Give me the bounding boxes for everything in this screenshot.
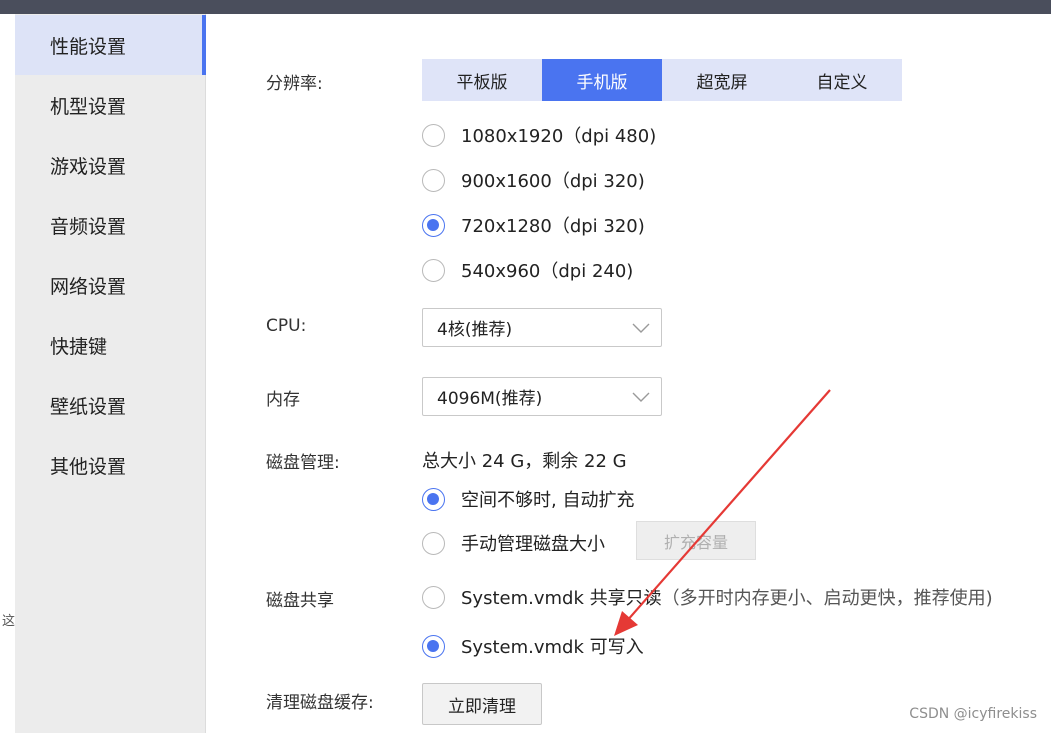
tab-custom[interactable]: 自定义 xyxy=(782,59,902,101)
disk-management-label: 磁盘管理: xyxy=(266,453,340,473)
disk-share-option-note: （多开时内存更小、启动更快，推荐使用) xyxy=(661,588,993,609)
chevron-down-icon xyxy=(632,392,650,402)
sidebar-item-label: 音频设置 xyxy=(50,215,127,238)
memory-label: 内存 xyxy=(266,390,300,410)
resolution-option-900[interactable]: 900x1600（dpi 320) xyxy=(422,167,645,193)
cpu-select[interactable]: 4核(推荐) xyxy=(422,308,662,347)
radio-button-selected[interactable] xyxy=(422,487,445,511)
resolution-label: 分辨率: xyxy=(266,74,323,94)
disk-option-label: 手动管理磁盘大小 xyxy=(461,534,605,555)
radio-button[interactable] xyxy=(422,258,445,282)
cpu-label: CPU: xyxy=(266,316,307,336)
resolution-option-label: 720x1280（dpi 320) xyxy=(461,216,645,237)
sidebar-item-label: 其他设置 xyxy=(50,455,127,478)
disk-share-option-label: System.vmdk 可写入 xyxy=(461,637,644,658)
disk-option-label: 空间不够时, 自动扩充 xyxy=(461,490,635,511)
resolution-option-720[interactable]: 720x1280（dpi 320) xyxy=(422,212,645,238)
radio-button-selected[interactable] xyxy=(422,213,445,237)
radio-button[interactable] xyxy=(422,168,445,192)
clipped-text: 这 xyxy=(2,614,16,629)
resolution-option-label: 900x1600（dpi 320) xyxy=(461,171,645,192)
clear-cache-button[interactable]: 立即清理 xyxy=(422,683,542,725)
radio-button[interactable] xyxy=(422,585,445,609)
sidebar-item-performance[interactable]: 性能设置 xyxy=(15,15,206,75)
resolution-tabs: 平板版 手机版 超宽屏 自定义 xyxy=(422,59,902,101)
disk-share-label: 磁盘共享 xyxy=(266,591,334,611)
sidebar-item-label: 机型设置 xyxy=(50,95,127,118)
sidebar-item-audio[interactable]: 音频设置 xyxy=(15,195,206,255)
sidebar-item-label: 游戏设置 xyxy=(50,155,127,178)
cpu-select-value: 4核(推荐) xyxy=(437,320,513,340)
watermark-text: CSDN @icyfirekiss xyxy=(909,706,1037,722)
resolution-option-540[interactable]: 540x960（dpi 240) xyxy=(422,257,633,283)
disk-share-option-text: System.vmdk 共享只读（多开时内存更小、启动更快，推荐使用) xyxy=(461,584,993,610)
resolution-option-label: 540x960（dpi 240) xyxy=(461,261,634,282)
left-window-edge: 这 xyxy=(0,14,15,733)
disk-share-option-readonly[interactable]: System.vmdk 共享只读（多开时内存更小、启动更快，推荐使用) xyxy=(422,584,993,610)
sidebar-item-label: 快捷键 xyxy=(50,335,108,358)
disk-option-auto-expand[interactable]: 空间不够时, 自动扩充 xyxy=(422,486,634,512)
radio-button[interactable] xyxy=(422,123,445,147)
chevron-down-icon xyxy=(632,323,650,333)
sidebar-item-label: 性能设置 xyxy=(50,35,127,58)
disk-share-option-writable[interactable]: System.vmdk 可写入 xyxy=(422,633,644,659)
sidebar-item-label: 网络设置 xyxy=(50,275,127,298)
clear-cache-label: 清理磁盘缓存: xyxy=(266,693,374,713)
sidebar-item-network[interactable]: 网络设置 xyxy=(15,255,206,315)
sidebar-item-other[interactable]: 其他设置 xyxy=(15,435,206,495)
resolution-option-1080[interactable]: 1080x1920（dpi 480) xyxy=(422,122,656,148)
sidebar-item-game[interactable]: 游戏设置 xyxy=(15,135,206,195)
memory-select[interactable]: 4096M(推荐) xyxy=(422,377,662,416)
sidebar-item-device-model[interactable]: 机型设置 xyxy=(15,75,206,135)
memory-select-value: 4096M(推荐) xyxy=(437,389,543,409)
disk-option-manual[interactable]: 手动管理磁盘大小 xyxy=(422,530,605,556)
sidebar-item-wallpaper[interactable]: 壁纸设置 xyxy=(15,375,206,435)
tab-ultrawide[interactable]: 超宽屏 xyxy=(662,59,782,101)
radio-button-selected[interactable] xyxy=(422,634,445,658)
settings-sidebar: 性能设置 机型设置 游戏设置 音频设置 网络设置 快捷键 壁纸设置 其他设置 xyxy=(15,14,206,733)
resolution-option-label: 1080x1920（dpi 480) xyxy=(461,126,657,147)
disk-share-option-label: System.vmdk 共享只读 xyxy=(461,588,662,609)
radio-button[interactable] xyxy=(422,531,445,555)
sidebar-item-label: 壁纸设置 xyxy=(50,395,127,418)
tab-tablet[interactable]: 平板版 xyxy=(422,59,542,101)
tab-phone[interactable]: 手机版 xyxy=(542,59,662,101)
expand-capacity-button[interactable]: 扩充容量 xyxy=(636,521,756,560)
sidebar-item-shortcuts[interactable]: 快捷键 xyxy=(15,315,206,375)
disk-size-summary: 总大小 24 G，剩余 22 G xyxy=(422,451,627,472)
window-top-bar xyxy=(0,0,1051,14)
